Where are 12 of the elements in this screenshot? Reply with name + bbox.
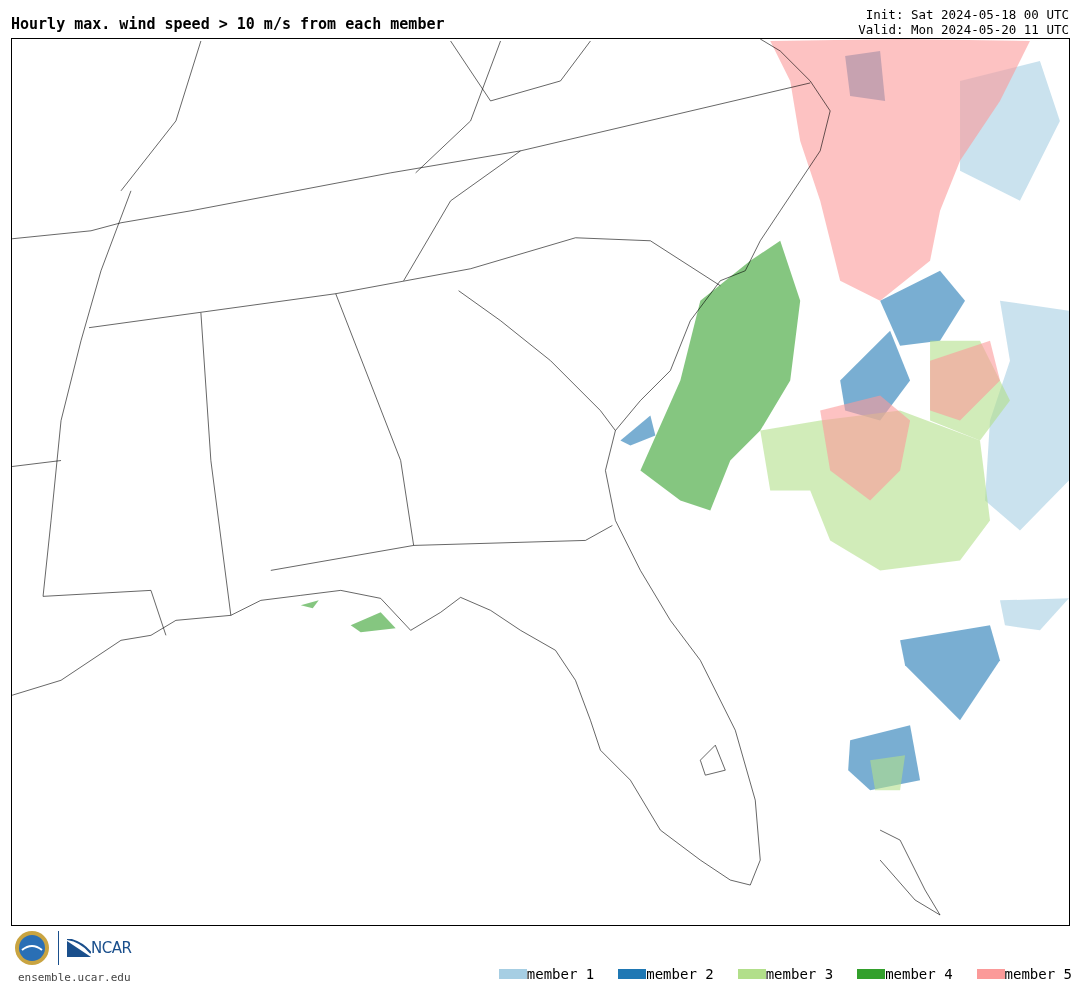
legend-label: member 5 bbox=[1004, 964, 1072, 984]
ncar-logo-icon bbox=[67, 939, 91, 960]
legend-label: member 4 bbox=[885, 964, 953, 984]
logo-text: NCAR bbox=[91, 937, 132, 959]
legend-label: member 3 bbox=[765, 964, 834, 984]
legend-label: member 1 bbox=[526, 964, 595, 984]
valid-time: Valid: Mon 2024-05-20 11 UTC bbox=[858, 22, 1069, 37]
website-address: ensemble.ucar.edu bbox=[18, 970, 132, 986]
globe-emblem-icon bbox=[14, 930, 50, 966]
init-time: Init: Sat 2024-05-18 00 UTC bbox=[864, 7, 1069, 22]
chart-title: Hourly max. wind speed > 10 m/s from each member bbox=[11, 14, 445, 35]
legend-label: member 2 bbox=[646, 964, 714, 984]
